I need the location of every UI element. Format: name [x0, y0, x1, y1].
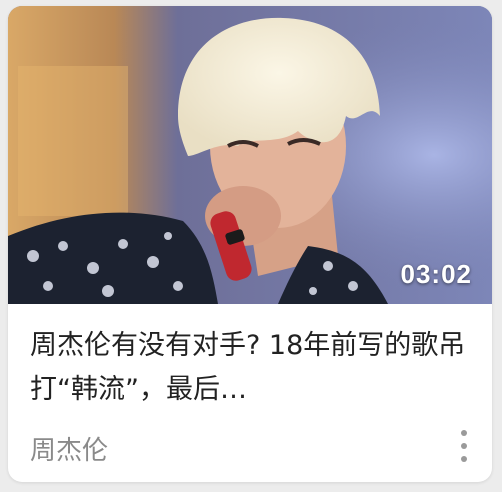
- more-dot: [461, 456, 467, 462]
- video-thumbnail[interactable]: 03:02: [8, 6, 492, 304]
- more-dot: [461, 430, 467, 436]
- video-author[interactable]: 周杰伦: [30, 430, 108, 467]
- more-dot: [461, 443, 467, 449]
- video-card[interactable]: 03:02 周杰伦有没有对手? 18年前写的歌吊打“韩流”，最后… 周杰伦: [8, 6, 492, 482]
- video-title[interactable]: 周杰伦有没有对手? 18年前写的歌吊打“韩流”，最后…: [30, 324, 470, 412]
- video-duration: 03:02: [400, 259, 472, 289]
- more-vertical-icon[interactable]: [454, 426, 474, 466]
